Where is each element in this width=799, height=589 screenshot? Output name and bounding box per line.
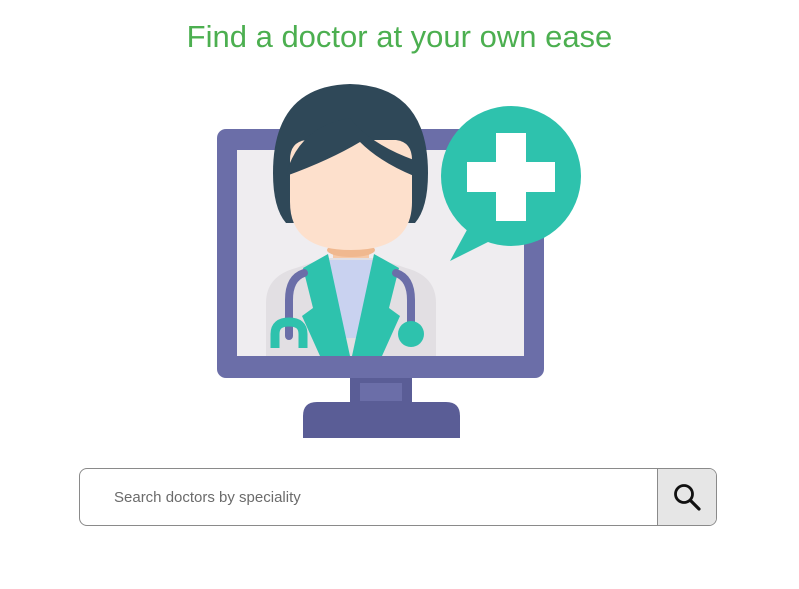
search-input[interactable] xyxy=(80,469,657,525)
hero-illustration xyxy=(217,84,581,438)
search-button[interactable] xyxy=(657,469,716,525)
monitor-stand-base xyxy=(303,402,460,438)
search-icon xyxy=(674,484,701,511)
page-title: Find a doctor at your own ease xyxy=(186,19,613,54)
search-bar xyxy=(79,468,717,526)
